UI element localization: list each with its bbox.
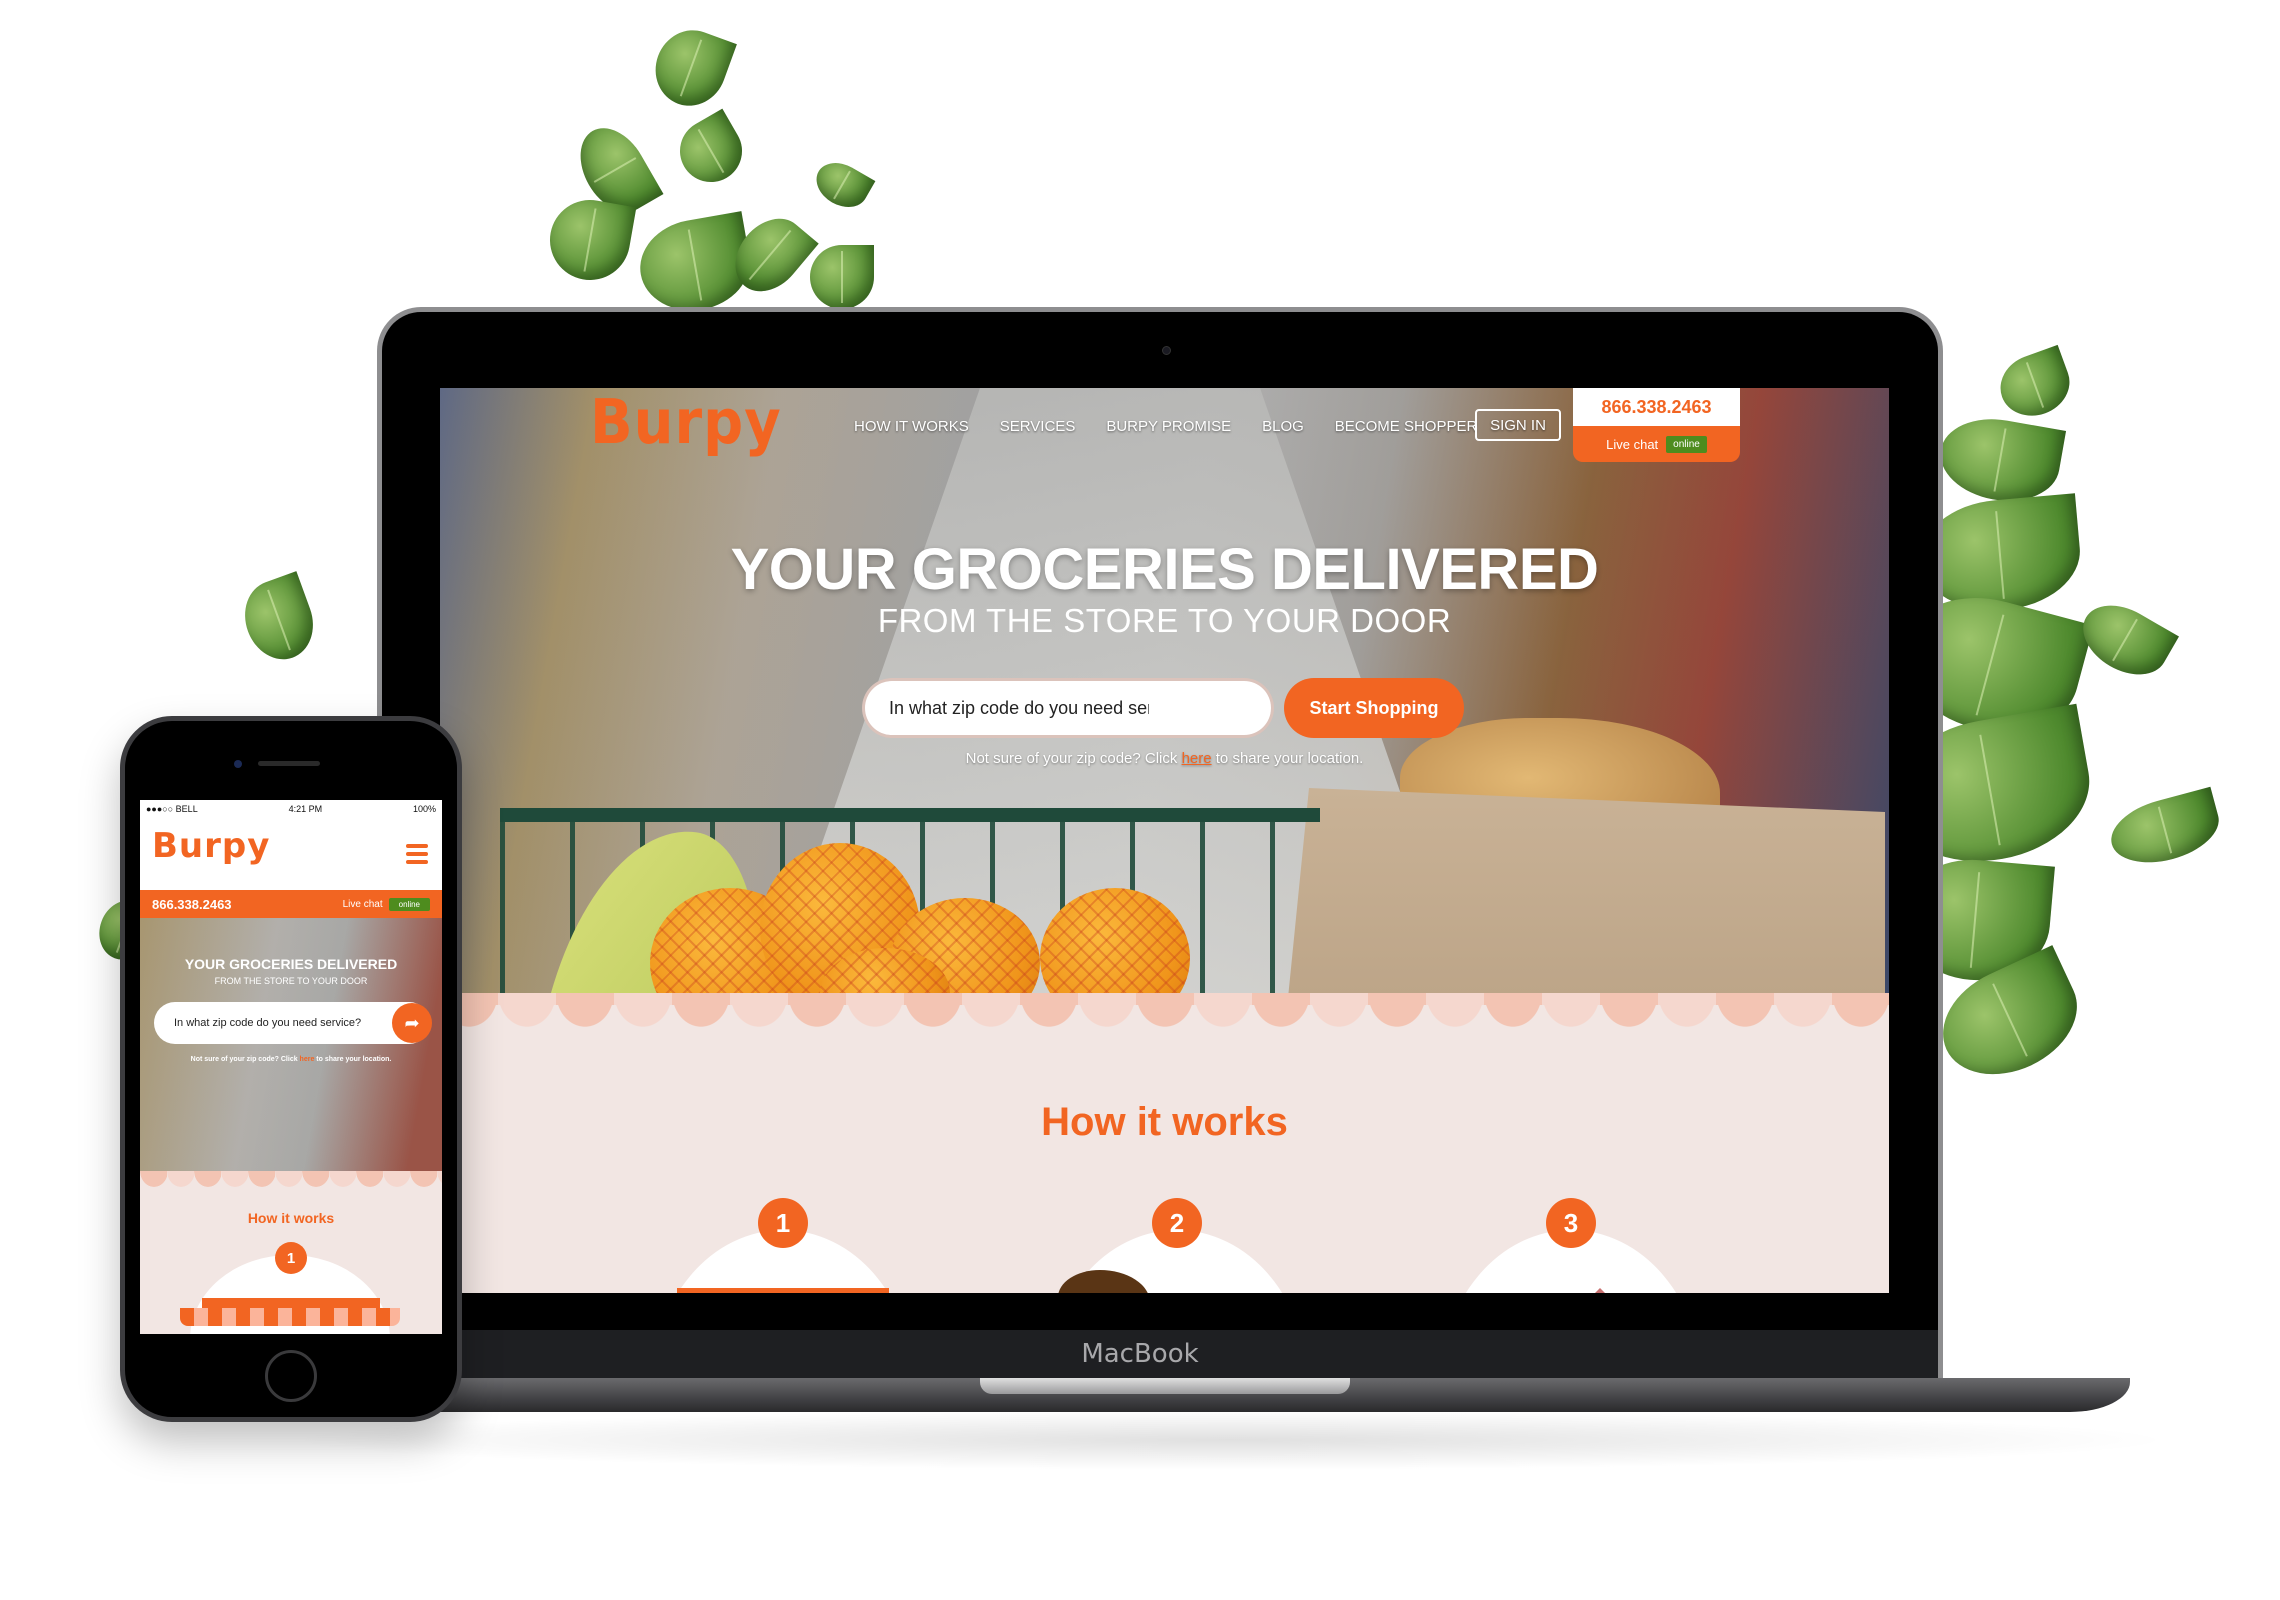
- awning-divider: [440, 993, 1889, 1027]
- live-chat-label: Live chat: [342, 898, 383, 910]
- hero-section: Burpy HOW IT WORKS SERVICES BURPY PROMIS…: [440, 388, 1889, 993]
- step-number: 1: [758, 1198, 808, 1248]
- battery: 100%: [412, 804, 436, 814]
- phone-number[interactable]: 866.338.2463: [1573, 388, 1740, 426]
- online-badge: online: [388, 897, 430, 911]
- camera-icon: [1162, 346, 1171, 355]
- nav-burpy-promise[interactable]: BURPY PROMISE: [1106, 418, 1231, 435]
- leaf-icon: [810, 245, 874, 309]
- mobile-hero: YOUR GROCERIES DELIVERED FROM THE STORE …: [140, 918, 442, 1171]
- location-note-text: Not sure of your zip code? Click: [190, 1056, 300, 1063]
- speaker-grille: [258, 761, 320, 766]
- leaf-icon: [668, 108, 754, 194]
- laptop-hinge: [980, 1378, 1350, 1394]
- location-note-text: to share your location.: [314, 1056, 392, 1063]
- laptop-shadow: [280, 1410, 2180, 1470]
- step-1: 1: [652, 1198, 914, 1293]
- camera-icon: [234, 760, 242, 768]
- live-chat-label: Live chat: [1606, 436, 1659, 452]
- desktop-site: Burpy HOW IT WORKS SERVICES BURPY PROMIS…: [440, 388, 1889, 1293]
- phone-number[interactable]: 866.338.2463: [152, 897, 232, 912]
- location-note: Not sure of your zip code? Click here to…: [440, 750, 1889, 767]
- carrier: ●●●○○ BELL: [146, 804, 198, 814]
- clock: 4:21 PM: [288, 804, 323, 814]
- hero-subtitle: FROM THE STORE TO YOUR DOOR: [214, 976, 368, 986]
- location-note-text: Not sure of your zip code? Click: [965, 750, 1182, 767]
- zip-code-input[interactable]: [889, 697, 1149, 719]
- live-chat-button[interactable]: Live chat online: [1573, 426, 1740, 462]
- mobile-contact-bar: 866.338.2463 Live chat online: [140, 890, 442, 918]
- leaf-icon: [2071, 591, 2179, 689]
- location-note: Not sure of your zip code? Click here to…: [140, 1056, 442, 1063]
- share-location-link[interactable]: here: [300, 1056, 315, 1063]
- mobile-header: Burpy: [140, 818, 442, 890]
- nav-become-shopper[interactable]: BECOME SHOPPER: [1335, 418, 1478, 435]
- location-note-text: to share your location.: [1211, 750, 1364, 767]
- start-shopping-button[interactable]: Start Shopping: [1284, 678, 1464, 738]
- contact-box: 866.338.2463 Live chat online: [1573, 388, 1740, 462]
- zip-code-input[interactable]: In what zip code do you need service?: [154, 1002, 430, 1044]
- online-badge: online: [1666, 435, 1707, 453]
- live-chat-button[interactable]: Live chat online: [342, 897, 430, 911]
- logo[interactable]: Burpy: [590, 388, 782, 458]
- hero-title: YOUR GROCERIES DELIVERED: [184, 956, 398, 972]
- leaf-icon: [645, 20, 737, 116]
- step-number: 2: [1152, 1198, 1202, 1248]
- main-nav: HOW IT WORKS SERVICES BURPY PROMISE BLOG…: [854, 418, 1477, 435]
- awning-divider: [140, 1171, 442, 1187]
- step-2: 2: [1046, 1198, 1308, 1293]
- logo[interactable]: Burpy: [152, 826, 270, 866]
- hero-photo-cart-rail: [500, 808, 1320, 822]
- nav-blog[interactable]: BLOG: [1262, 418, 1304, 435]
- how-it-works-title: How it works: [1041, 1100, 1288, 1144]
- leaf-icon: [2104, 786, 2226, 874]
- mobile-site: ●●●○○ BELL 4:21 PM 100% Burpy 866.338.24…: [140, 800, 442, 1334]
- store-awning: [180, 1308, 400, 1326]
- store-icon: [202, 1298, 380, 1308]
- nav-services[interactable]: SERVICES: [1000, 418, 1076, 435]
- hero-subtitle: FROM THE STORE TO YOUR DOOR: [877, 602, 1452, 639]
- arrow-forward-icon[interactable]: ➦: [392, 1003, 432, 1043]
- house-roof: [1560, 1288, 1640, 1293]
- sign-in-button[interactable]: SIGN IN: [1475, 409, 1561, 441]
- home-button[interactable]: [265, 1350, 317, 1402]
- leaf-icon: [543, 193, 637, 287]
- zip-search-box: [862, 678, 1274, 738]
- store-icon: [677, 1288, 889, 1293]
- leaf-icon: [1991, 344, 2079, 426]
- leaf-icon: [808, 154, 876, 216]
- step-number: 3: [1546, 1198, 1596, 1248]
- hero-photo-bag: [1285, 788, 1885, 993]
- step-3: 3: [1440, 1198, 1702, 1293]
- leaf-icon: [234, 571, 324, 669]
- step-number: 1: [275, 1242, 307, 1274]
- status-bar: ●●●○○ BELL 4:21 PM 100%: [140, 800, 442, 818]
- menu-icon[interactable]: [406, 844, 428, 864]
- nav-how-it-works[interactable]: HOW IT WORKS: [854, 418, 969, 435]
- hero-title: YOUR GROCERIES DELIVERED: [730, 537, 1599, 602]
- how-it-works-title: How it works: [247, 1210, 335, 1226]
- share-location-link[interactable]: here: [1182, 750, 1212, 767]
